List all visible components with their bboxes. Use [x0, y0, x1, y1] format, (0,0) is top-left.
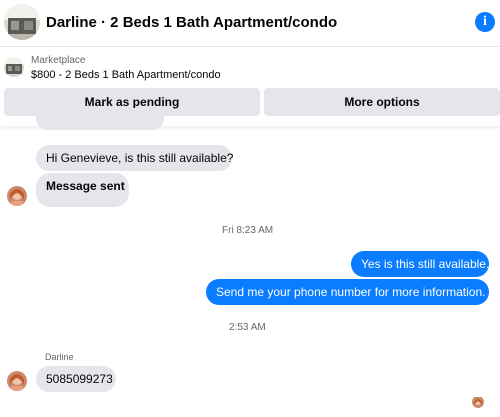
listing-thumbnail: [4, 57, 24, 77]
message-bubble-outgoing: Yes is this still available.: [351, 251, 489, 277]
sender-avatar[interactable]: [7, 371, 27, 391]
info-icon[interactable]: i: [475, 12, 495, 32]
message-bubble-outgoing: Send me your phone number for more infor…: [206, 279, 489, 305]
listing-source: Marketplace: [31, 55, 86, 66]
conversation-title: Darline · 2 Beds 1 Bath Apartment/condo: [46, 14, 338, 31]
conversation-avatar[interactable]: [4, 4, 40, 40]
message-bubble-incoming: 5085099273: [36, 366, 116, 392]
conversation-header: Darline · 2 Beds 1 Bath Apartment/condo …: [0, 0, 500, 47]
sender-avatar[interactable]: [7, 186, 27, 206]
read-receipt-avatar: [472, 396, 484, 408]
timestamp: Fri 8:23 AM: [222, 225, 274, 236]
marketplace-listing[interactable]: Marketplace $800 - 2 Beds 1 Bath Apartme…: [0, 48, 500, 88]
message-bubble-incoming: Message sent: [36, 173, 129, 207]
listing-price-title: $800 - 2 Beds 1 Bath Apartment/condo: [31, 69, 221, 81]
more-options-button[interactable]: More options: [264, 88, 500, 116]
timestamp: 2:53 AM: [229, 322, 266, 333]
info-icon-glyph: i: [483, 14, 487, 29]
message-bubble-partial: [36, 108, 164, 130]
sender-name: Darline: [45, 352, 74, 362]
message-bubble-incoming: Hi Genevieve, is this still available?: [36, 145, 233, 171]
